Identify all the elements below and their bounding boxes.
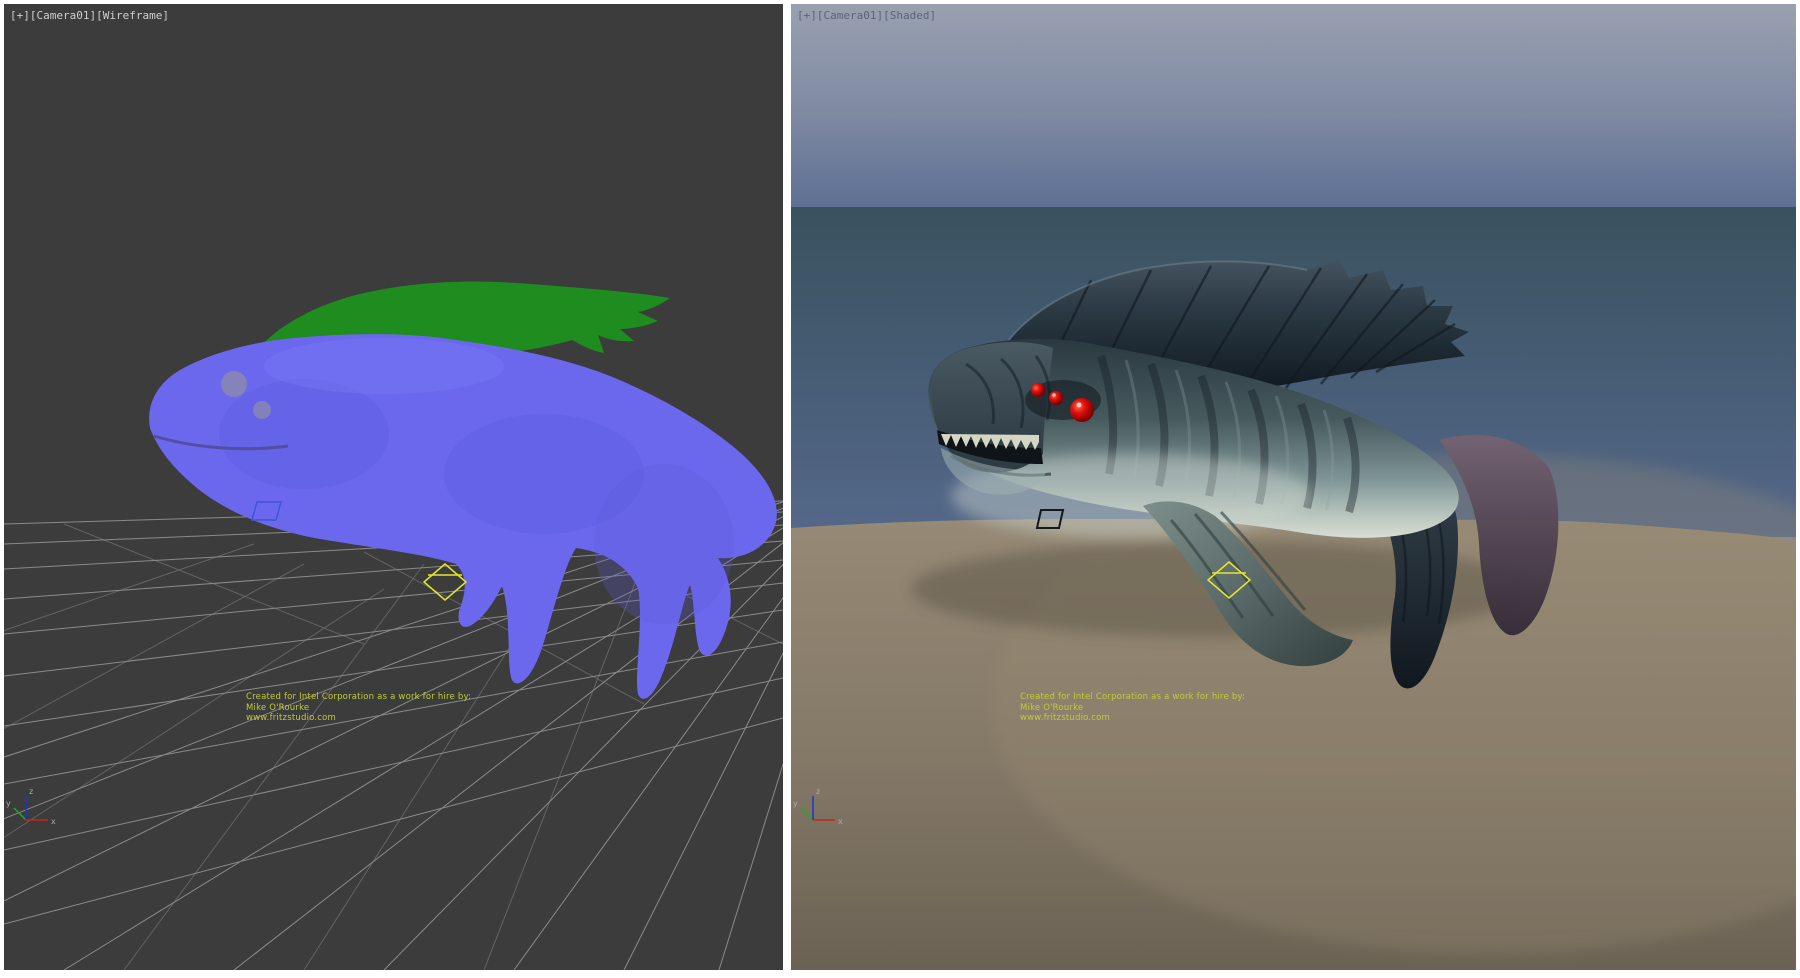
scene-attribution-text: Created for Intel Corporation as a work …	[246, 692, 471, 724]
viewport-menu-general[interactable]: [+]	[10, 9, 30, 22]
viewport-wireframe[interactable]: x y z [+][Camera01][Wireframe] Created f…	[4, 4, 783, 970]
viewport-menu-shading[interactable]: [Shaded]	[883, 9, 936, 22]
scene-attribution-text: Created for Intel Corporation as a work …	[1020, 692, 1245, 724]
attribution-line-1: Created for Intel Corporation as a work …	[246, 692, 471, 703]
z-axis-label: z	[816, 787, 820, 796]
z-axis-label: z	[29, 787, 33, 796]
x-axis-label: x	[51, 817, 56, 826]
viewport-menu-camera[interactable]: [Camera01]	[30, 9, 96, 22]
viewport-label: [+][Camera01][Wireframe]	[10, 9, 169, 22]
dual-viewport-stage: x y z [+][Camera01][Wireframe] Created f…	[0, 0, 1800, 978]
attribution-line-3: www.fritzstudio.com	[1020, 713, 1245, 724]
viewport-menu-general[interactable]: [+]	[797, 9, 817, 22]
fish-eye-small-2	[1049, 391, 1063, 405]
attribution-line-2: Mike O'Rourke	[246, 703, 471, 714]
shaded-canvas[interactable]: x y z	[791, 4, 1796, 970]
attribution-line-2: Mike O'Rourke	[1020, 703, 1245, 714]
viewport-menu-camera[interactable]: [Camera01]	[817, 9, 883, 22]
x-axis-label: x	[838, 817, 843, 826]
fish-eye-main	[1070, 398, 1094, 422]
wireframe-canvas[interactable]: x y z	[4, 4, 783, 970]
viewport-menu-shading[interactable]: [Wireframe]	[96, 9, 169, 22]
viewport-shaded[interactable]: x y z [+][Camera01][Shaded] Created for …	[791, 4, 1796, 970]
y-axis-label: y	[6, 799, 11, 808]
fish-eye-left	[221, 371, 247, 397]
helper-gizmo-diamond[interactable]	[424, 564, 466, 600]
sky	[791, 4, 1796, 207]
attribution-line-3: www.fritzstudio.com	[246, 713, 471, 724]
y-axis-label: y	[793, 799, 798, 808]
fish-eye-left-2	[253, 401, 271, 419]
viewport-label: [+][Camera01][Shaded]	[797, 9, 936, 22]
world-axis-tripod: x y z	[6, 787, 56, 826]
fish-eye-small-1	[1031, 383, 1045, 397]
attribution-line-1: Created for Intel Corporation as a work …	[1020, 692, 1245, 703]
